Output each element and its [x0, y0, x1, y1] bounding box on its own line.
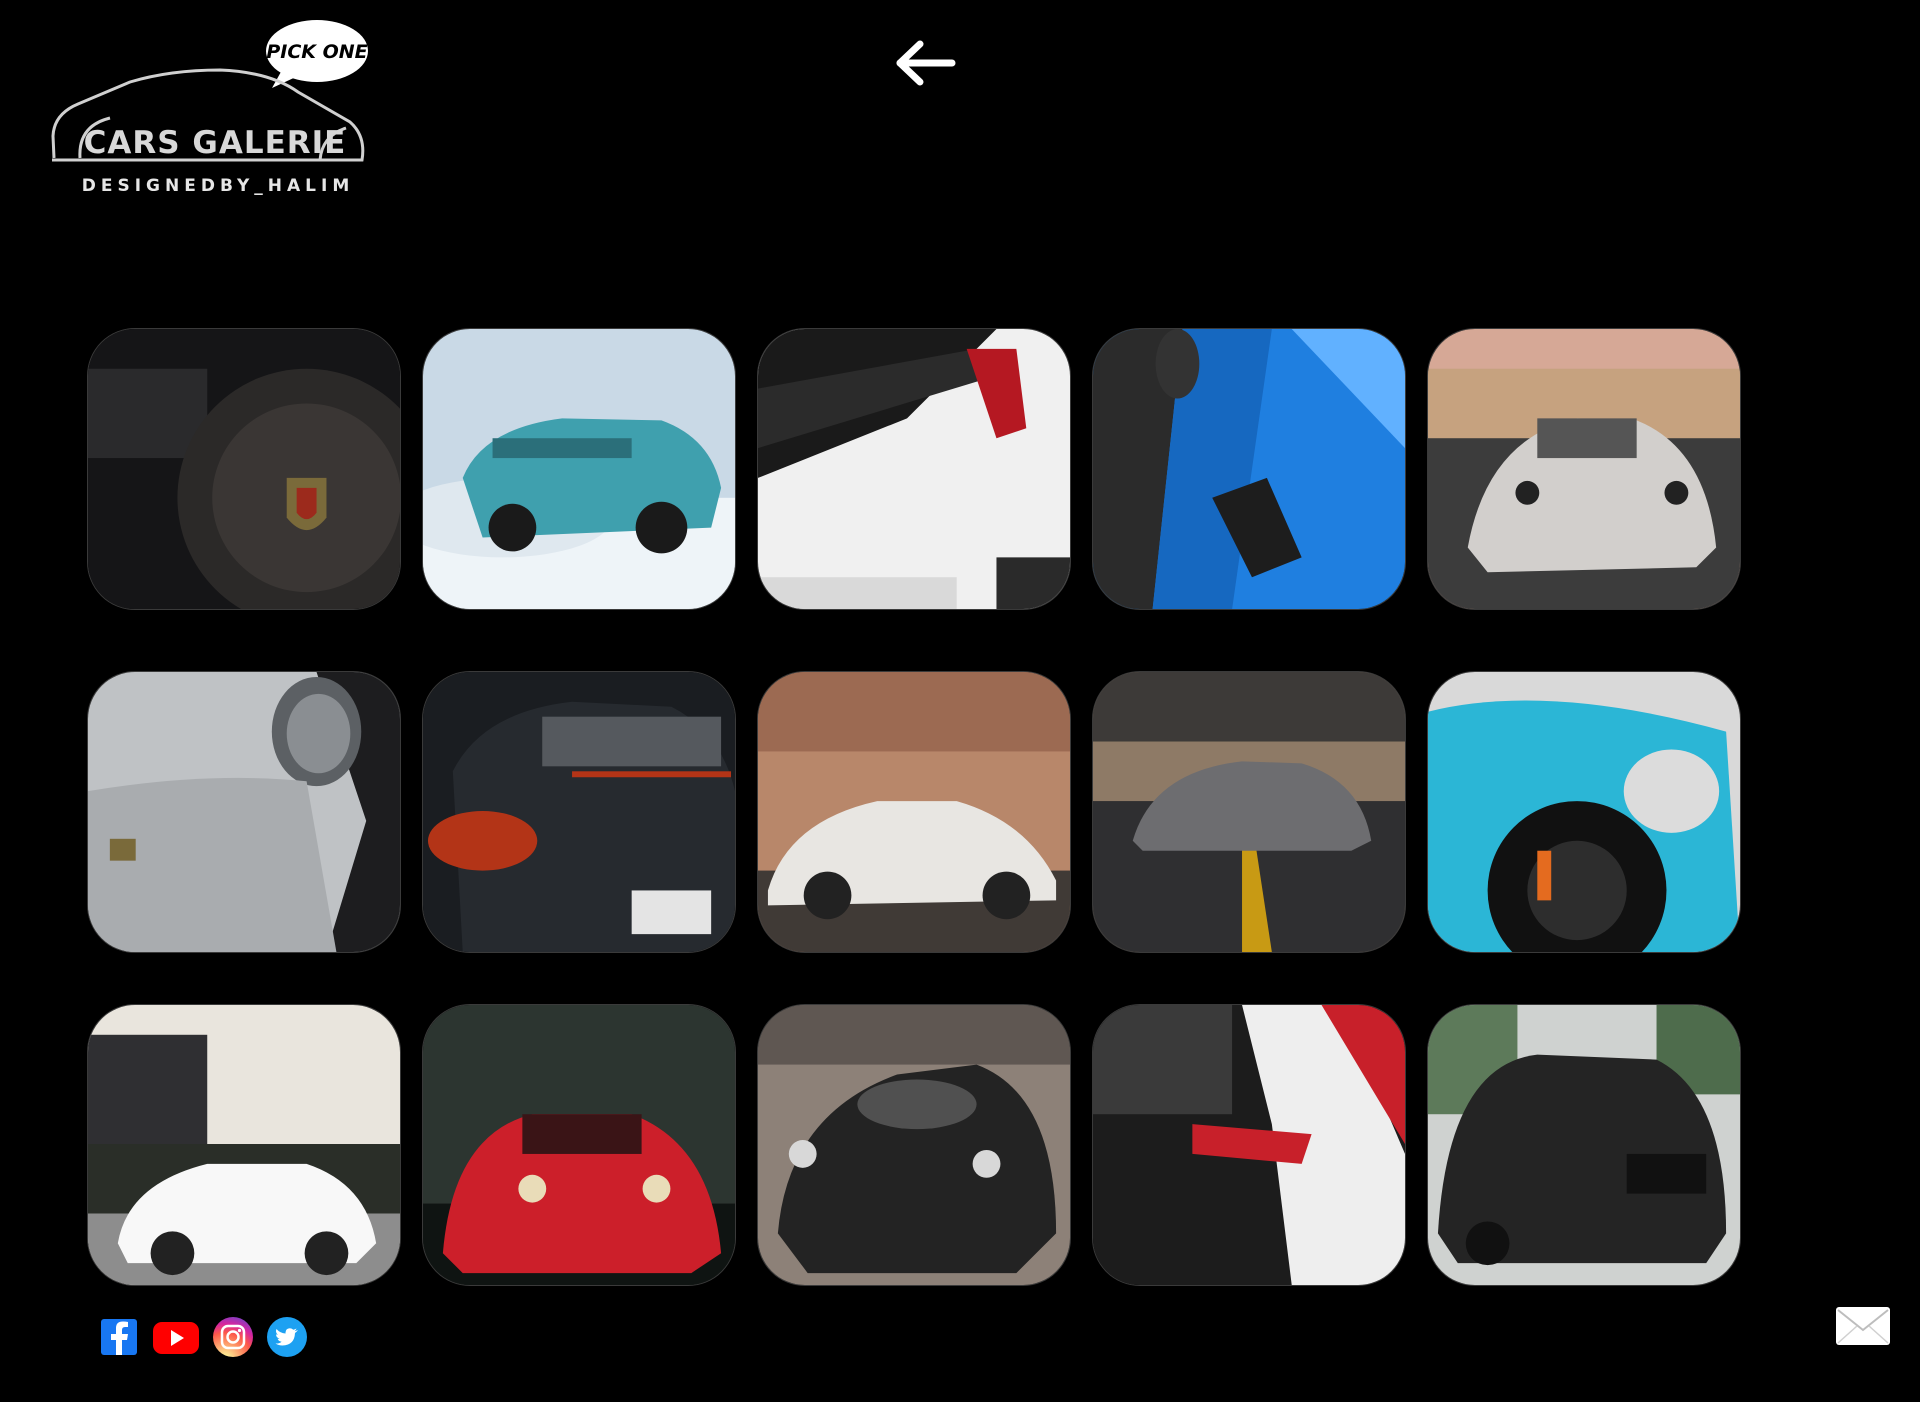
- gallery-photo[interactable]: [422, 328, 736, 610]
- blue-hood-vent-photo: [1093, 329, 1405, 609]
- white-918-spyder-photo: [88, 1005, 400, 1285]
- classic-911-sunset-photo: [758, 672, 1070, 952]
- blue-gt3rs-wheel-photo: [1428, 672, 1740, 952]
- teal-911-snow-drift-photo: [423, 329, 735, 609]
- instagram-icon: [213, 1317, 253, 1357]
- grey-gt3-highway-photo: [1093, 672, 1405, 952]
- car-gallery: [87, 0, 1747, 1300]
- facebook-link[interactable]: [98, 1316, 140, 1358]
- gallery-photo[interactable]: [1092, 671, 1406, 953]
- facebook-icon: [101, 1319, 137, 1355]
- gallery-photo[interactable]: [757, 1004, 1071, 1286]
- gallery-photo[interactable]: [757, 328, 1071, 610]
- gallery-photo[interactable]: [422, 671, 736, 953]
- gallery-photo[interactable]: [422, 1004, 736, 1286]
- black-911-rain-rear-photo: [423, 672, 735, 952]
- youtube-link[interactable]: [152, 1316, 200, 1358]
- gallery-photo[interactable]: [87, 671, 401, 953]
- twitter-icon: [267, 1317, 307, 1357]
- steering-wheel-crest-photo: [88, 329, 400, 609]
- gallery-photo[interactable]: [1427, 328, 1741, 610]
- matte-black-918-photo: [758, 1005, 1070, 1285]
- gallery-photo[interactable]: [1427, 671, 1741, 953]
- grey-gt3rs-road-photo: [1428, 329, 1740, 609]
- matte-black-cayenne-photo: [1428, 1005, 1740, 1285]
- gallery-photo[interactable]: [87, 1004, 401, 1286]
- red-911-forest-photo: [423, 1005, 735, 1285]
- silver-front-fender-photo: [88, 672, 400, 952]
- gallery-photo[interactable]: [757, 671, 1071, 953]
- gallery-photo[interactable]: [87, 328, 401, 610]
- gallery-photo[interactable]: [1092, 1004, 1406, 1286]
- social-links: [98, 1316, 308, 1358]
- white-carrera-s-rear-photo: [758, 329, 1070, 609]
- gallery-photo[interactable]: [1427, 1004, 1741, 1286]
- instagram-link[interactable]: [212, 1316, 254, 1358]
- contact-button[interactable]: [1835, 1306, 1891, 1346]
- twitter-link[interactable]: [266, 1316, 308, 1358]
- gallery-photo[interactable]: [1092, 328, 1406, 610]
- carbon-white-rear-photo: [1093, 1005, 1405, 1285]
- envelope-icon: [1836, 1307, 1890, 1345]
- youtube-icon: [153, 1322, 199, 1354]
